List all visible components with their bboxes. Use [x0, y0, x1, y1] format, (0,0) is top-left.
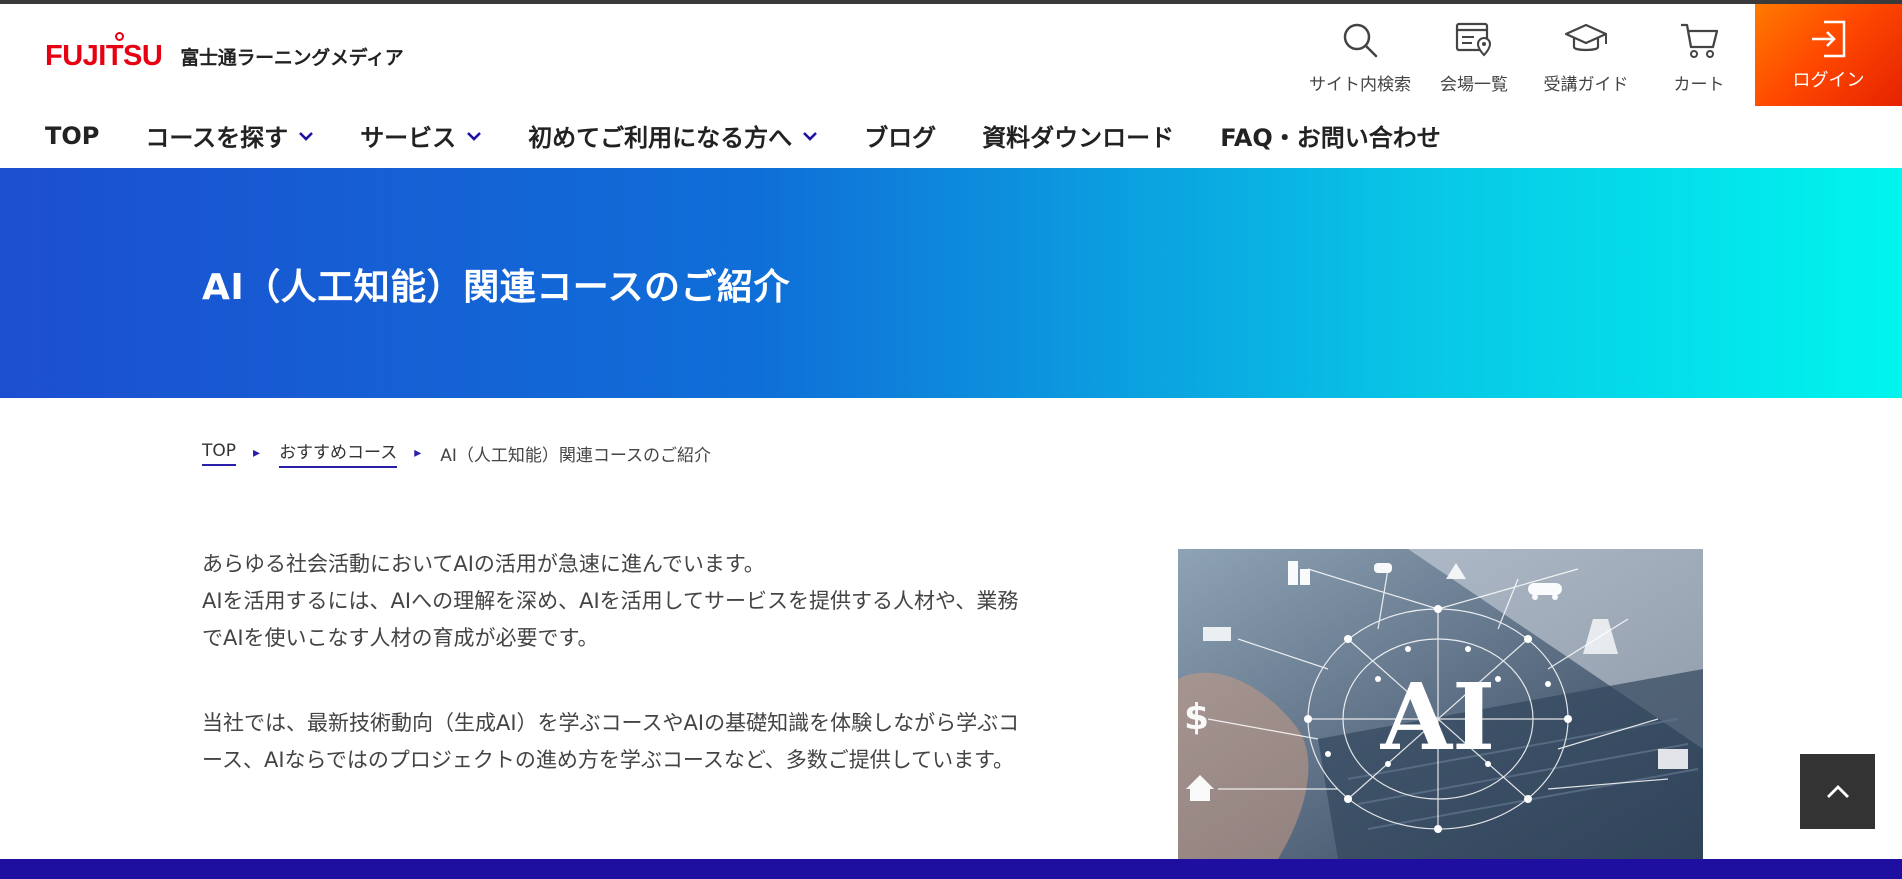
nav-first-time-label: 初めてご利用になる方へ [528, 124, 793, 152]
intro-paragraph: あらゆる社会活動においてAIの活用が急速に進んでいます。 AIを活用するには、A… [202, 546, 1102, 657]
nav-blog-label: ブログ [864, 124, 937, 152]
hero-banner: AI（人工知能）関連コースのご紹介 [0, 168, 1902, 398]
ai-network-illustration: AI $ [1178, 549, 1703, 859]
venue-list-link[interactable]: 会場一覧 [1419, 20, 1529, 95]
site-logo[interactable]: FUJITSU 富士通ラーニングメディア [45, 32, 404, 73]
intro-line: でAIを使いこなす人材の育成が必要です。 [202, 626, 599, 650]
footer-band [0, 859, 1902, 879]
courses-line: 当社では、最新技術動向（生成AI）を学ぶコースやAIの基礎知識を体験しながら学ぶ… [202, 711, 1020, 735]
nav-blog[interactable]: ブログ [864, 118, 936, 153]
svg-text:$: $ [1184, 697, 1209, 738]
site-search-label: サイト内検索 [1309, 75, 1411, 95]
nav-services-label: サービス [360, 124, 457, 152]
courses-paragraph: 当社では、最新技術動向（生成AI）を学ぶコースやAIの基礎知識を体験しながら学ぶ… [202, 705, 1102, 779]
breadcrumb-separator-icon: ▸ [414, 445, 422, 461]
site-header: FUJITSU 富士通ラーニングメディア サイト内検索 会場一覧 受講ガイド カ… [0, 4, 1902, 168]
intro-line: あらゆる社会活動においてAIの活用が急速に進んでいます。 [202, 552, 765, 576]
cart-link[interactable]: カート [1644, 20, 1754, 95]
chevron-up-icon [1826, 784, 1849, 798]
cart-label: カート [1673, 75, 1725, 95]
ai-image-text: AI [1380, 663, 1495, 771]
breadcrumb-separator-icon: ▸ [253, 445, 261, 461]
chevron-down-icon [467, 131, 482, 141]
course-guide-label: 受講ガイド [1543, 75, 1629, 95]
back-to-top-button[interactable] [1800, 754, 1875, 829]
login-button[interactable]: ログイン [1755, 4, 1902, 106]
ai-hero-image: AI $ [1178, 549, 1703, 859]
site-search-link[interactable]: サイト内検索 [1305, 20, 1415, 95]
nav-find-course[interactable]: コースを探す [145, 118, 314, 153]
fujitsu-logo: FUJITSU [45, 32, 163, 73]
login-arrow-icon [1811, 20, 1845, 58]
nav-top-label: TOP [45, 121, 100, 150]
search-icon [1343, 23, 1378, 58]
main-nav: TOP コースを探す サービス 初めてご利用になる方へ ブログ 資料ダウンロード… [45, 118, 1487, 153]
nav-faq-contact[interactable]: FAQ・お問い合わせ [1220, 118, 1441, 153]
breadcrumb: TOP ▸ おすすめコース ▸ AI（人工知能）関連コースのご紹介 [202, 438, 711, 468]
cart-icon [1681, 23, 1719, 58]
company-name: 富士通ラーニングメディア [180, 47, 404, 69]
chevron-down-icon [803, 131, 818, 141]
nav-first-time[interactable]: 初めてご利用になる方へ [528, 118, 818, 153]
breadcrumb-recommended-link[interactable]: おすすめコース [279, 438, 398, 468]
logo-infinity-mark [115, 32, 124, 41]
venue-list-label: 会場一覧 [1440, 75, 1508, 95]
course-guide-link[interactable]: 受講ガイド [1531, 20, 1641, 95]
breadcrumb-top-link[interactable]: TOP [202, 441, 237, 466]
intro-line: AIを活用するには、AIへの理解を深め、AIを活用してサービスを提供する人材や、… [202, 589, 1019, 613]
login-label: ログイン [1792, 70, 1865, 91]
venue-map-icon [1455, 22, 1492, 57]
page-title: AI（人工知能）関連コースのご紹介 [202, 267, 790, 308]
nav-find-course-label: コースを探す [145, 124, 289, 152]
nav-downloads[interactable]: 資料ダウンロード [982, 118, 1174, 153]
graduation-cap-icon [1564, 23, 1608, 52]
nav-services[interactable]: サービス [360, 118, 482, 153]
nav-faq-contact-label: FAQ・お問い合わせ [1220, 124, 1441, 152]
chevron-down-icon [299, 131, 314, 141]
nav-top[interactable]: TOP [45, 122, 99, 150]
nav-downloads-label: 資料ダウンロード [982, 124, 1175, 152]
courses-line: ース、AIならではのプロジェクトの進め方を学ぶコースなど、多数ご提供しています。 [202, 748, 1015, 772]
breadcrumb-current: AI（人工知能）関連コースのご紹介 [440, 445, 712, 466]
